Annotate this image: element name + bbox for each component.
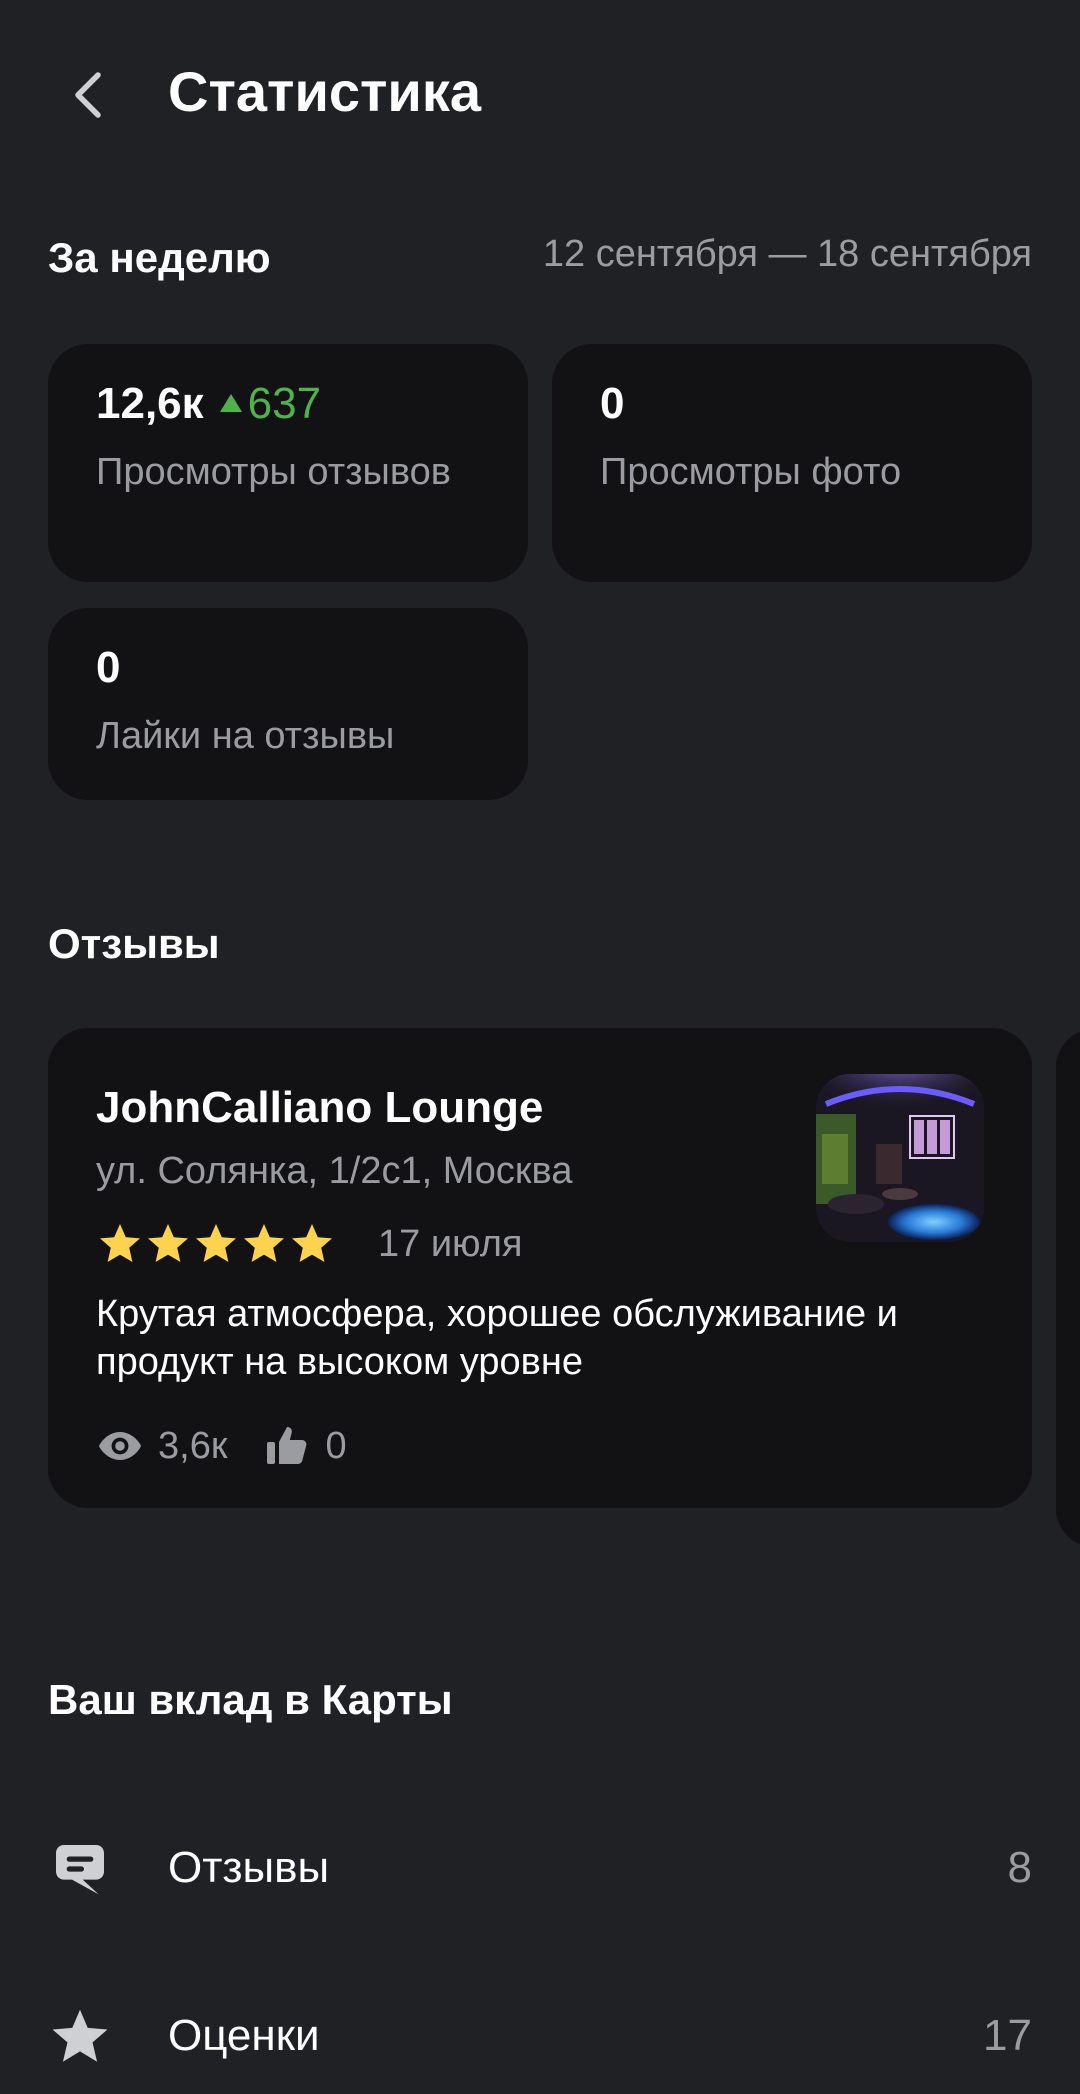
stat-value: 0 — [96, 643, 121, 692]
header: Статистика — [0, 0, 1080, 185]
chevron-left-icon — [75, 72, 101, 118]
stat-value: 0 — [600, 379, 625, 428]
contribution-section-title: Ваш вклад в Карты — [48, 1676, 453, 1723]
review-views-count: 3,6к — [158, 1425, 228, 1467]
stat-value: 12,6к — [96, 379, 204, 428]
review-text: Крутая атмосфера, хорошее обслуживание и… — [96, 1293, 898, 1383]
contribution-label: Оценки — [168, 2011, 320, 2060]
stat-delta-value: 637 — [247, 379, 322, 428]
contribution-row-reviews[interactable]: Отзывы 8 — [0, 1812, 1080, 1922]
stat-value-row: 0 — [600, 376, 624, 432]
stat-value-row: 0 — [96, 640, 120, 696]
stat-label: Просмотры отзывов — [96, 451, 451, 493]
review-meta: 3,6к 0 — [96, 1420, 347, 1472]
org-name: JohnCalliano Lounge — [96, 1083, 544, 1132]
review-bubble-icon — [56, 1845, 104, 1895]
week-date-range: 12 сентября — 18 сентября — [542, 233, 1032, 275]
statistics-screen: Статистика За неделю 12 сентября — 18 се… — [0, 0, 1080, 2094]
stat-label: Просмотры фото — [600, 451, 902, 493]
page-title: Статистика — [168, 60, 482, 123]
star-filled-icon — [100, 1224, 140, 1262]
contribution-row-ratings[interactable]: Оценки 17 — [0, 1980, 1080, 2090]
week-heading: За неделю — [48, 234, 271, 281]
contribution-count: 8 — [1007, 1843, 1032, 1892]
back-button[interactable] — [48, 55, 128, 135]
arrow-up-icon — [219, 394, 242, 412]
star-icon — [52, 2009, 108, 2062]
star-filled-icon — [148, 1224, 188, 1262]
org-photo[interactable] — [816, 1074, 984, 1242]
stat-label: Лайки на отзывы — [96, 715, 395, 757]
stat-card-review-views[interactable]: 12,6к 637 Просмотры отзывов — [48, 344, 528, 582]
stat-card-review-likes[interactable]: 0 Лайки на отзывы — [48, 608, 528, 800]
eye-icon — [99, 1432, 141, 1460]
review-card[interactable]: JohnCalliano Lounge ул. Солянка, 1/2с1, … — [48, 1028, 1032, 1508]
rating-stars — [96, 1220, 336, 1268]
star-filled-icon — [292, 1224, 332, 1262]
star-filled-icon — [196, 1224, 236, 1262]
stat-delta: 637 — [219, 376, 322, 432]
org-address: ул. Солянка, 1/2с1, Москва — [96, 1150, 573, 1192]
review-date: 17 июля — [378, 1223, 523, 1265]
lounge-interior-image — [816, 1074, 984, 1242]
review-likes-count: 0 — [325, 1425, 347, 1467]
reviews-section-title: Отзывы — [48, 920, 220, 967]
stat-card-photo-views[interactable]: 0 Просмотры фото — [552, 344, 1032, 582]
stat-value-row: 12,6к 637 — [96, 376, 321, 432]
contribution-count: 17 — [983, 2011, 1032, 2060]
contribution-label: Отзывы — [168, 1843, 330, 1892]
next-review-card-peek[interactable] — [1056, 1028, 1080, 1548]
star-filled-icon — [244, 1224, 284, 1262]
thumbs-up-icon[interactable] — [263, 1422, 311, 1470]
